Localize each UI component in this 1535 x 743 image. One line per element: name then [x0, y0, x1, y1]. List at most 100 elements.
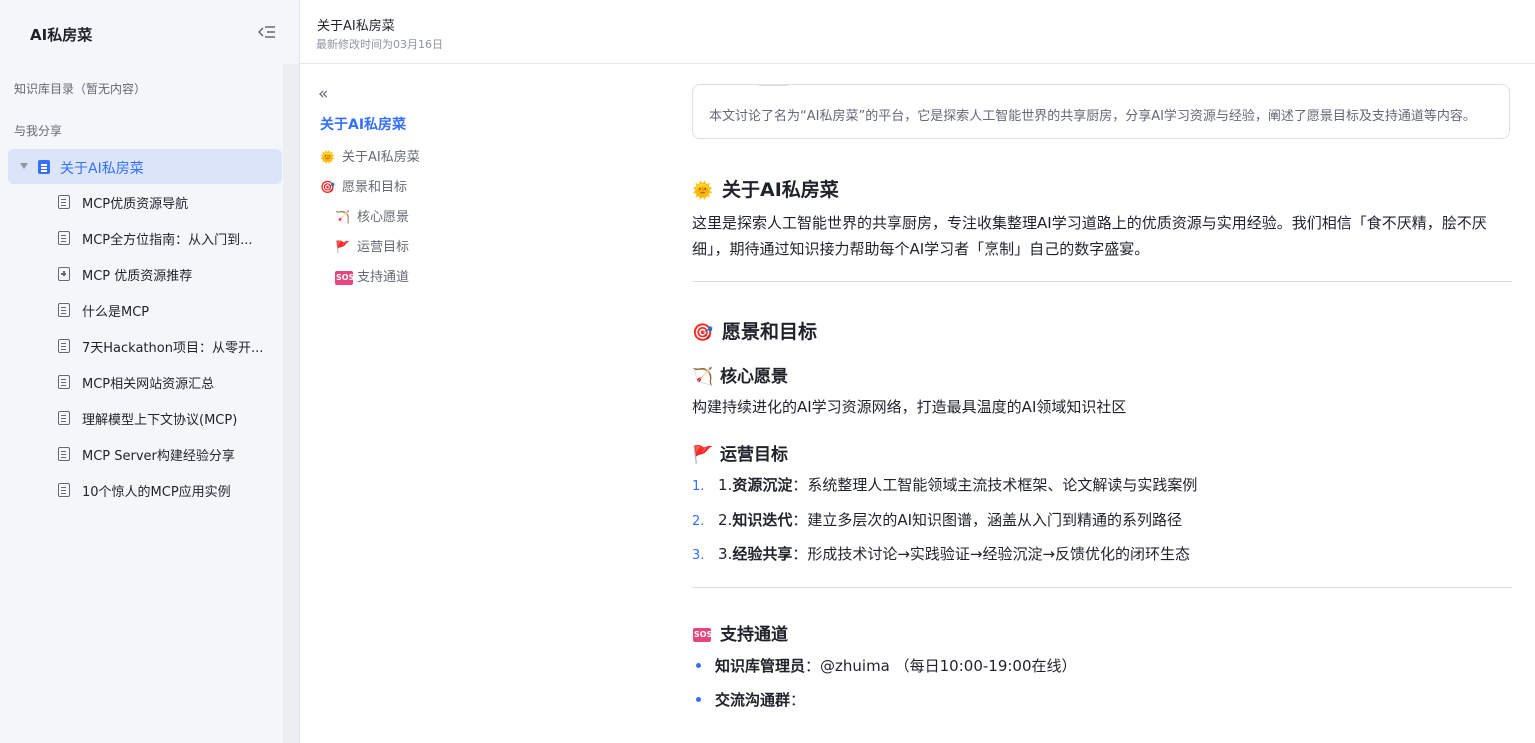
toc-item-label: 运营目标 [357, 240, 410, 255]
heading-text: 支持通道 [720, 625, 788, 645]
sidebar-item[interactable]: MCP优质资源导航 [58, 188, 282, 218]
sun-icon: 🌞 [320, 150, 335, 164]
sidebar-item[interactable]: MCP Server构建经验分享 [58, 440, 282, 470]
kb-directory-label: 知识库目录（暂无内容） [14, 82, 147, 96]
toc-item-label: 支持通道 [357, 270, 410, 285]
goal-item: 3. 3.经验共享：形成技术讨论→实践验证→经验沉淀→反馈优化的闭环生态 [692, 543, 1190, 564]
document-title: 关于AI私房菜 [317, 19, 395, 34]
flag-icon: 🚩 [335, 240, 350, 254]
sidebar-item[interactable]: 什么是MCP [58, 296, 282, 326]
sidebar-item-label: MCP相关网站资源汇总 [82, 377, 215, 392]
target-icon: 🎯 [320, 180, 335, 194]
bow-arrow-icon: 🏹 [335, 210, 350, 224]
sidebar-item-label: MCP全方位指南：从入门到... [82, 233, 253, 248]
goal-title: 知识迭代 [732, 511, 793, 529]
document-icon [58, 411, 70, 425]
heading-text: 关于AI私房菜 [722, 179, 839, 201]
heading-about: 🌞 关于AI私房菜 [692, 175, 839, 202]
caret-down-icon[interactable] [20, 163, 28, 169]
toc-item-vision[interactable]: 🎯 愿景和目标 [320, 176, 407, 195]
toc-item-label: 关于AI私房菜 [342, 150, 420, 165]
heading-support: SOS 支持通道 [692, 620, 788, 645]
goal-prefix: 1. [718, 476, 733, 494]
heading-text: 愿景和目标 [722, 321, 818, 343]
goal-title: 资源沉淀 [732, 476, 793, 494]
list-number: 3. [692, 548, 705, 563]
collapse-sidebar-icon[interactable] [258, 24, 276, 40]
heading-vision: 🎯 愿景和目标 [692, 317, 817, 344]
toc-item-label: 愿景和目标 [342, 180, 408, 195]
divider [692, 281, 1512, 282]
document-body: 本文讨论了名为“AI私房菜”的平台，它是探索人工智能世界的共享厨房，分享AI学习… [692, 64, 1512, 743]
heading-text: 运营目标 [720, 445, 788, 465]
core-vision-paragraph: 构建持续进化的AI学习资源网络，打造最具温度的AI领域知识社区 [692, 398, 1127, 416]
sidebar: AI私房菜 知识库目录（暂无内容） 与我分享 关于AI私房菜 MCP优质资源导航… [0, 0, 300, 743]
toc-item-support[interactable]: SOS 支持通道 [335, 266, 409, 285]
list-number: 1. [692, 479, 705, 494]
heading-text: 核心愿景 [720, 367, 788, 387]
heading-core-vision: 🏹 核心愿景 [692, 362, 788, 387]
last-modified: 最新修改时间为03月16日 [316, 38, 443, 51]
sidebar-item-label: 什么是MCP [82, 305, 150, 320]
support-label: 交流沟通群 [715, 691, 791, 709]
about-paragraph: 这里是探索人工智能世界的共享厨房，专注收集整理AI学习道路上的优质资源与实用经验… [692, 214, 1487, 258]
shared-with-me-label: 与我分享 [14, 124, 63, 138]
toc-item-about[interactable]: 🌞 关于AI私房菜 [320, 146, 420, 165]
support-text: ： [790, 691, 806, 709]
sos-icon: SOS [693, 628, 712, 642]
support-item: 交流沟通群： [692, 689, 805, 710]
heading-goals: 🚩 运营目标 [692, 440, 788, 465]
goal-prefix: 3. [718, 545, 733, 563]
toc-item-goals[interactable]: 🚩 运营目标 [335, 236, 409, 255]
sidebar-item-label: MCP Server构建经验分享 [82, 449, 235, 464]
sidebar-item[interactable]: 10个惊人的MCP应用实例 [58, 476, 282, 506]
sidebar-item-label: MCP优质资源导航 [82, 197, 189, 212]
sidebar-item-label: MCP 优质资源推荐 [82, 269, 193, 284]
sidebar-item-label: 10个惊人的MCP应用实例 [82, 485, 231, 500]
sidebar-item-root[interactable]: 关于AI私房菜 [8, 149, 282, 184]
sidebar-item[interactable]: MCP 优质资源推荐 [58, 260, 282, 290]
sidebar-item[interactable]: MCP全方位指南：从入门到... [58, 224, 282, 254]
goal-text: ：建立多层次的AI知识图谱，涵盖从入门到精通的系列路径 [792, 511, 1183, 529]
sidebar-title: AI私房菜 [30, 26, 93, 44]
goal-text: ：系统整理人工智能领域主流技术框架、论文解读与实践案例 [792, 476, 1198, 494]
sidebar-item[interactable]: MCP相关网站资源汇总 [58, 368, 282, 398]
sidebar-item-label: 7天Hackathon项目：从零开... [82, 341, 264, 356]
support-label: 知识库管理员 [715, 657, 806, 675]
list-number: 2. [692, 514, 705, 529]
document-icon [58, 483, 70, 497]
ai-summary-box[interactable]: 本文讨论了名为“AI私房菜”的平台，它是探索人工智能世界的共享厨房，分享AI学习… [692, 84, 1510, 139]
document-icon [58, 447, 70, 461]
document-header: 关于AI私房菜 最新修改时间为03月16日 [300, 0, 1535, 64]
document-plus-icon [58, 267, 70, 281]
bow-arrow-icon: 🏹 [692, 367, 714, 387]
toc-item-label: 核心愿景 [357, 210, 410, 225]
summary-text: 本文讨论了名为“AI私房菜”的平台，它是探索人工智能世界的共享厨房，分享AI学习… [709, 109, 1476, 124]
sidebar-header: AI私房菜 [0, 0, 299, 64]
support-text: ：@zhuima （每日10:00-19:00在线） [805, 657, 1077, 675]
document-icon [38, 160, 50, 174]
document-icon [58, 375, 70, 389]
sidebar-scrollbar[interactable] [283, 64, 299, 743]
goal-item: 1. 1.资源沉淀：系统整理人工智能领域主流技术框架、论文解读与实践案例 [692, 474, 1197, 495]
goal-prefix: 2. [718, 511, 733, 529]
sun-icon: 🌞 [692, 181, 714, 201]
sidebar-item[interactable]: 理解模型上下文协议(MCP) [58, 404, 282, 434]
toc-title[interactable]: 关于AI私房菜 [320, 114, 406, 134]
goal-text: ：形成技术讨论→实践验证→经验沉淀→反馈优化的闭环生态 [792, 545, 1191, 563]
bullet [696, 662, 701, 668]
table-of-contents: « 关于AI私房菜 🌞 关于AI私房菜 🎯 愿景和目标 🏹 核心愿景 🚩 运营目标 SO… [300, 64, 660, 743]
document-icon [58, 195, 70, 209]
sidebar-item[interactable]: 7天Hackathon项目：从零开... [58, 332, 282, 362]
flag-icon: 🚩 [692, 445, 714, 465]
sidebar-item-label: 关于AI私房菜 [60, 161, 144, 177]
collapse-toc-icon[interactable]: « [318, 85, 328, 103]
sos-icon: SOS [335, 270, 354, 285]
target-icon: 🎯 [692, 323, 714, 343]
toc-item-core-vision[interactable]: 🏹 核心愿景 [335, 206, 409, 225]
document-icon [58, 339, 70, 353]
support-item: 知识库管理员：@zhuima （每日10:00-19:00在线） [692, 655, 1077, 676]
divider [692, 587, 1512, 588]
summary-tab [759, 79, 789, 86]
document-icon [58, 231, 70, 245]
